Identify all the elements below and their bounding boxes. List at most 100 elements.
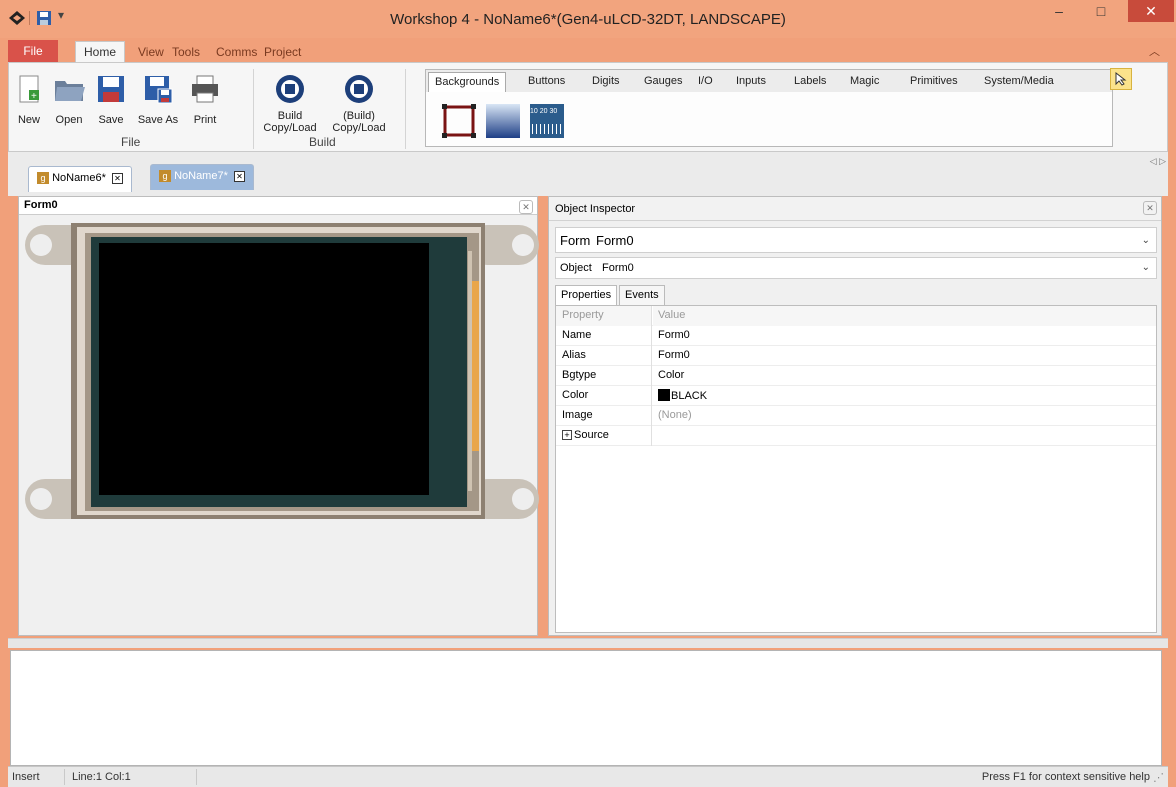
palette-tab-labels[interactable]: Labels [788, 72, 832, 92]
edit-mode-status: Insert [12, 771, 40, 783]
property-row[interactable]: Bgtype Color [556, 366, 1156, 386]
tab-events[interactable]: Events [619, 285, 665, 305]
expand-plus-icon[interactable]: + [562, 430, 572, 440]
doc-tab-noname6[interactable]: g NoName6* ✕ [28, 166, 132, 192]
form-frame-icon[interactable] [442, 104, 476, 138]
display-module-image [25, 223, 539, 519]
save-button[interactable]: Save [93, 73, 129, 126]
title-bar: ▾ Workshop 4 - NoName6*(Gen4-uLCD-32DT, … [0, 0, 1176, 38]
color-value-text: BLACK [671, 390, 708, 402]
palette-tab-primitives[interactable]: Primitives [904, 72, 964, 92]
property-grid: Property Value Name Form0 Alias Form0 Bg… [555, 305, 1157, 633]
file-group-label: File [121, 135, 141, 149]
ribbon-panel: + New Open Save Save As Print File Build… [8, 62, 1168, 152]
chevron-down-icon: ⌄ [1141, 262, 1150, 273]
tab-tools[interactable]: Tools [164, 42, 208, 62]
property-name: Color [556, 386, 652, 406]
form-designer-panel: Form0 ✕ [18, 196, 539, 636]
build-label-line2: Copy/Load [263, 122, 317, 134]
doc-tab-label: NoName7* [174, 170, 228, 182]
save-icon [98, 76, 124, 102]
status-separator [64, 769, 65, 785]
tab-properties[interactable]: Properties [555, 285, 618, 305]
save-as-button[interactable]: Save As [135, 73, 181, 126]
ribbon-tabs: File Home View Tools Comms Project ︿ [8, 40, 1168, 63]
property-row[interactable]: + Source [556, 426, 1156, 446]
palette-tabs: Backgrounds Buttons Digits Gauges I/O In… [426, 70, 1112, 92]
tab-file[interactable]: File [8, 40, 58, 62]
object-select[interactable]: Object Form0 ⌄ [555, 257, 1157, 279]
maximize-button[interactable]: □ [1086, 0, 1116, 22]
close-tab-icon[interactable]: ✕ [233, 171, 245, 182]
print-label: Print [193, 114, 217, 126]
property-row[interactable]: Name Form0 [556, 326, 1156, 346]
property-name: Alias [556, 346, 652, 366]
build-group-label: Build [309, 135, 336, 149]
build-label-line1: Build [277, 110, 303, 122]
open-button[interactable]: Open [51, 73, 87, 126]
property-grid-header: Property Value [556, 306, 1156, 326]
build2-copy-load-button[interactable]: (Build) Copy/Load [327, 73, 391, 134]
property-name-text: Source [574, 429, 609, 441]
form-select-value: Form0 [596, 233, 634, 248]
doc-icon: g [37, 172, 49, 184]
minimize-button[interactable]: ‒ [1044, 0, 1074, 22]
property-value[interactable]: (None) [653, 406, 1156, 426]
close-pane-icon[interactable]: ✕ [1143, 201, 1157, 215]
form-select[interactable]: Form Form0 ⌄ [555, 227, 1157, 253]
palette-tab-buttons[interactable]: Buttons [522, 72, 571, 92]
form-panel-title: Form0 [19, 197, 537, 215]
palette-tab-backgrounds[interactable]: Backgrounds [428, 72, 507, 92]
object-select-value: Form0 [602, 262, 634, 274]
inspector-tabs: Properties Events [555, 285, 1157, 305]
build2-icon [345, 75, 373, 103]
property-column-header: Property [556, 306, 652, 326]
panel-splitter[interactable] [8, 638, 1168, 648]
value-column-header: Value [653, 306, 1156, 326]
resize-grip-icon[interactable]: ⋰ [1153, 771, 1164, 784]
property-value[interactable]: Form0 [653, 326, 1156, 346]
gradient-background-icon[interactable] [486, 104, 520, 138]
save-as-icon [145, 76, 173, 104]
close-pane-icon[interactable]: ✕ [519, 200, 533, 214]
property-row[interactable]: Color BLACK [556, 386, 1156, 406]
save-label: Save [98, 114, 124, 126]
tab-home[interactable]: Home [75, 41, 126, 63]
svg-text:+: + [31, 91, 37, 102]
property-name: Name [556, 326, 652, 346]
print-button[interactable]: Print [187, 73, 223, 126]
chevron-down-icon: ⌄ [1141, 235, 1150, 246]
cursor-position-status: Line:1 Col:1 [72, 771, 131, 783]
ribbon-collapse-icon[interactable]: ︿ [1149, 43, 1160, 59]
property-row[interactable]: Image (None) [556, 406, 1156, 426]
tab-project[interactable]: Project [256, 42, 309, 62]
palette-tab-io[interactable]: I/O [692, 72, 719, 92]
property-value[interactable]: Form0 [653, 346, 1156, 366]
close-tab-icon[interactable]: ✕ [111, 173, 123, 184]
property-value[interactable] [653, 426, 1156, 446]
palette-tab-magic[interactable]: Magic [844, 72, 885, 92]
property-value[interactable]: Color [653, 366, 1156, 386]
open-label: Open [55, 114, 83, 126]
build2-label-line1: (Build) [343, 110, 375, 122]
palette-tab-gauges[interactable]: Gauges [638, 72, 689, 92]
status-bar: Insert Line:1 Col:1 Press F1 for context… [8, 766, 1168, 787]
save-as-label: Save As [137, 114, 179, 126]
color-swatch [658, 389, 670, 401]
close-button[interactable]: ✕ [1128, 0, 1174, 22]
palette-tab-digits[interactable]: Digits [586, 72, 626, 92]
palette-tab-inputs[interactable]: Inputs [730, 72, 772, 92]
build-copy-load-button[interactable]: Build Copy/Load [261, 73, 319, 134]
open-folder-icon [55, 81, 85, 101]
property-name-expandable[interactable]: + Source [556, 426, 652, 446]
property-value-color[interactable]: BLACK [653, 386, 1156, 406]
tab-scroll-arrows[interactable]: ◁ ▷ [1150, 156, 1166, 167]
build-icon [276, 75, 304, 103]
palette-tab-system-media[interactable]: System/Media [978, 72, 1060, 92]
scale-ruler-icon[interactable]: 10 20 30 [530, 104, 564, 138]
new-button[interactable]: + New [13, 73, 45, 126]
pointer-tool-button[interactable] [1110, 68, 1132, 90]
property-row[interactable]: Alias Form0 [556, 346, 1156, 366]
doc-tab-noname7[interactable]: g NoName7* ✕ [150, 164, 254, 190]
cursor-arrow-icon [1115, 72, 1127, 86]
